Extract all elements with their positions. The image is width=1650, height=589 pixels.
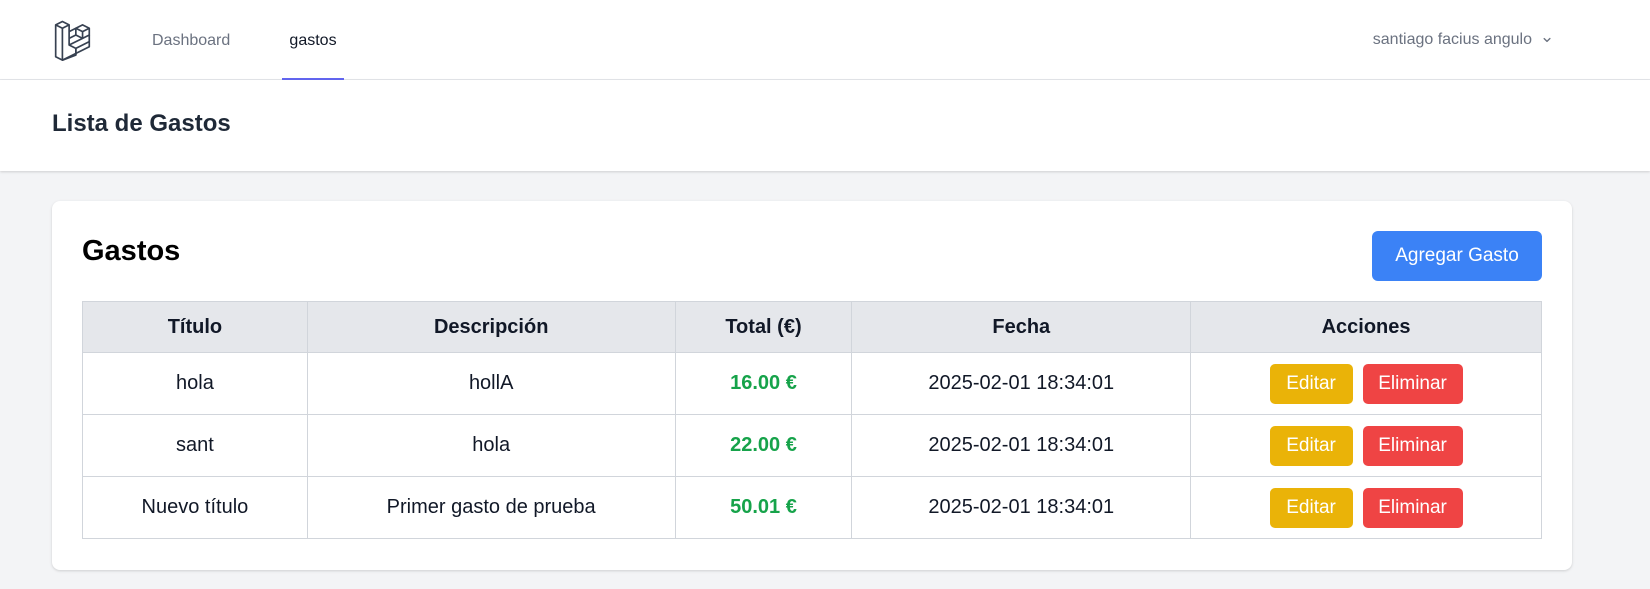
cell-total: 50.01 € — [674, 476, 853, 539]
column-header-acciones: Acciones — [1190, 301, 1542, 353]
laravel-logo-icon[interactable] — [54, 18, 96, 62]
chevron-down-icon — [1543, 37, 1551, 43]
column-header-total: Total (€) — [674, 301, 853, 353]
user-menu-dropdown[interactable]: santiago facius angulo — [1373, 26, 1554, 54]
gastos-table: Título Descripción Total (€) Fecha Accio… — [82, 301, 1542, 539]
table-row: Nuevo título Primer gasto de prueba 50.0… — [82, 476, 1542, 539]
edit-button[interactable]: Editar — [1269, 425, 1353, 466]
delete-button[interactable]: Eliminar — [1362, 425, 1463, 466]
column-header-titulo: Título — [82, 301, 308, 353]
cell-fecha: 2025-02-01 18:34:01 — [851, 476, 1192, 539]
cell-titulo: Nuevo título — [82, 476, 308, 539]
gastos-card: Gastos Agregar Gasto Título Descripción … — [52, 201, 1572, 570]
column-header-descripcion: Descripción — [306, 301, 676, 353]
cell-acciones: Editar Eliminar — [1190, 352, 1542, 415]
cell-acciones: Editar Eliminar — [1190, 414, 1542, 477]
cell-total: 22.00 € — [674, 414, 853, 477]
table-row: hola hollA 16.00 € 2025-02-01 18:34:01 E… — [82, 352, 1542, 415]
cell-descripcion: hola — [306, 414, 676, 477]
cell-fecha: 2025-02-01 18:34:01 — [851, 414, 1192, 477]
cell-descripcion: hollA — [306, 352, 676, 415]
edit-button[interactable]: Editar — [1269, 363, 1353, 404]
column-header-fecha: Fecha — [851, 301, 1192, 353]
nav-link-gastos[interactable]: gastos — [282, 0, 344, 80]
cell-descripcion: Primer gasto de prueba — [306, 476, 676, 539]
nav-link-dashboard[interactable]: Dashboard — [152, 0, 230, 80]
add-gasto-button[interactable]: Agregar Gasto — [1372, 231, 1542, 281]
cell-titulo: hola — [82, 352, 308, 415]
cell-total: 16.00 € — [674, 352, 853, 415]
edit-button[interactable]: Editar — [1269, 487, 1353, 528]
cell-acciones: Editar Eliminar — [1190, 476, 1542, 539]
table-header-row: Título Descripción Total (€) Fecha Accio… — [82, 301, 1542, 353]
page-title: Lista de Gastos — [52, 110, 231, 137]
delete-button[interactable]: Eliminar — [1362, 363, 1463, 404]
nav-link-gastos-label: gastos — [289, 32, 337, 49]
card-title: Gastos — [82, 235, 181, 267]
cell-titulo: sant — [82, 414, 308, 477]
delete-button[interactable]: Eliminar — [1362, 487, 1463, 528]
top-navbar: Dashboard gastos santiago facius angulo — [0, 0, 1650, 80]
cell-fecha: 2025-02-01 18:34:01 — [851, 352, 1192, 415]
page-header: Lista de Gastos — [0, 80, 1650, 171]
table-row: sant hola 22.00 € 2025-02-01 18:34:01 Ed… — [82, 414, 1542, 477]
user-name: santiago facius angulo — [1372, 31, 1532, 48]
